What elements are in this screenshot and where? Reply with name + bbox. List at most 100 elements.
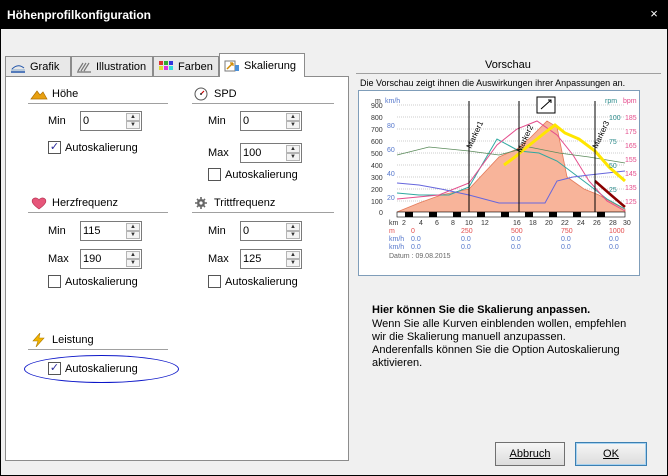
- kmh-row-v0: 0.0: [411, 236, 421, 243]
- y-left-700: 700: [371, 127, 383, 134]
- m-row-750: 750: [561, 228, 573, 235]
- spd-min-input[interactable]: [243, 114, 287, 128]
- km-8: 8: [451, 220, 455, 227]
- km-20: 20: [545, 220, 553, 227]
- preview-title: Vorschau: [485, 59, 531, 71]
- kmh-row-v3: 0.0: [561, 236, 571, 243]
- herzfrequenz-min-input[interactable]: [83, 224, 127, 238]
- km-label: km: [389, 220, 399, 227]
- trittfrequenz-autoscale-label: Autoskalierung: [225, 275, 298, 288]
- heart-icon: [31, 197, 47, 210]
- trittfrequenz-max-down-icon[interactable]: ▼: [286, 259, 300, 267]
- herzfrequenz-min-spinner[interactable]: ▲▼: [80, 221, 142, 241]
- trittfrequenz-max-label: Max: [208, 253, 229, 265]
- y-bpm-155: 155: [625, 157, 637, 164]
- datum-label: Datum : 09.08.2015: [389, 253, 451, 260]
- y-left-900: 900: [371, 103, 383, 110]
- mountain-icon: [30, 90, 48, 100]
- herzfrequenz-autoscale-checkbox[interactable]: Autoskalierung: [48, 275, 138, 288]
- trittfrequenz-min-down-icon[interactable]: ▼: [286, 231, 300, 239]
- trittfrequenz-max-spinner[interactable]: ▲▼: [240, 249, 302, 269]
- hoehe-min-spinner[interactable]: ▲▼: [80, 111, 142, 131]
- cancel-button-label: Abbruch: [509, 448, 551, 460]
- hoehe-autoscale-label: Autoskalierung: [65, 141, 138, 154]
- trittfrequenz-autoscale-checkbox[interactable]: Autoskalierung: [208, 275, 298, 288]
- hoehe-min-input[interactable]: [83, 114, 127, 128]
- tab-farben[interactable]: Farben: [153, 56, 219, 76]
- kmh2-row-v0: 0.0: [411, 244, 421, 251]
- illustration-icon: [77, 62, 91, 72]
- hoehe-min-label: Min: [48, 115, 66, 127]
- hoehe-divider: [28, 103, 168, 104]
- leistung-label: Leistung: [52, 334, 94, 346]
- speedometer-icon: [194, 87, 208, 101]
- herzfrequenz-divider: [28, 212, 168, 213]
- km-22: 22: [561, 220, 569, 227]
- y-left-800: 800: [371, 115, 383, 122]
- gear-icon: [195, 197, 207, 209]
- tab-grafik-label: Grafik: [30, 60, 60, 73]
- kmh-row-v2: 0.0: [511, 236, 521, 243]
- distance-bar: [396, 211, 626, 218]
- hoehe-min-up-icon[interactable]: ▲: [126, 113, 140, 121]
- hoehe-min-down-icon[interactable]: ▼: [126, 121, 140, 129]
- y-left-600: 600: [371, 139, 383, 146]
- herzfrequenz-autoscale-label: Autoskalierung: [65, 275, 138, 288]
- hoehe-label: Höhe: [52, 88, 79, 100]
- marker1-label: Marker1: [465, 119, 486, 150]
- spd-max-input[interactable]: [243, 146, 287, 160]
- kmh-row-v1: 0.0: [461, 236, 471, 243]
- highlight-ellipse: [24, 355, 179, 383]
- km-18: 18: [529, 220, 537, 227]
- spd-max-spinner[interactable]: ▲▼: [240, 143, 302, 163]
- x-kmh2-row: km/h 0.0 0.0 0.0 0.0 0.0: [389, 244, 619, 251]
- ok-button[interactable]: OK: [575, 442, 647, 466]
- km-16: 16: [513, 220, 521, 227]
- y-rpm-ticks: 100 75 50 25: [609, 115, 621, 194]
- y-bpm-145: 145: [625, 171, 637, 178]
- trittfrequenz-max-up-icon[interactable]: ▲: [286, 251, 300, 259]
- km-30: 30: [623, 220, 631, 227]
- spd-autoscale-checkbox[interactable]: Autoskalierung: [208, 168, 298, 181]
- m-row-0: 0: [411, 228, 415, 235]
- tab-illustration[interactable]: Illustration: [71, 56, 153, 76]
- kmh2-row-v1: 0.0: [461, 244, 471, 251]
- hoehe-autoscale-checkbox[interactable]: ✓ Autoskalierung: [48, 141, 138, 154]
- spd-max-up-icon[interactable]: ▲: [286, 145, 300, 153]
- spd-min-up-icon[interactable]: ▲: [286, 113, 300, 121]
- herzfrequenz-max-up-icon[interactable]: ▲: [126, 251, 140, 259]
- trittfrequenz-min-spinner[interactable]: ▲▼: [240, 221, 302, 241]
- spd-min-down-icon[interactable]: ▼: [286, 121, 300, 129]
- herzfrequenz-max-down-icon[interactable]: ▼: [126, 259, 140, 267]
- y-bpm-135: 135: [625, 185, 637, 192]
- km-2: 2: [402, 220, 406, 227]
- trittfrequenz-min-input[interactable]: [243, 224, 287, 238]
- herzfrequenz-max-spinner[interactable]: ▲▼: [80, 249, 142, 269]
- herzfrequenz-max-input[interactable]: [83, 252, 127, 266]
- herzfrequenz-max-label: Max: [48, 253, 69, 265]
- group-herzfrequenz-title: Herzfrequenz: [30, 196, 118, 210]
- y-bpm-ticks: 185 175 165 155 145 135 125: [625, 115, 637, 206]
- spd-max-down-icon[interactable]: ▼: [286, 153, 300, 161]
- leistung-divider: [28, 349, 168, 350]
- spd-min-label: Min: [208, 115, 226, 127]
- spd-min-spinner[interactable]: ▲▼: [240, 111, 302, 131]
- elevation-area: [396, 120, 626, 213]
- trittfrequenz-min-up-icon[interactable]: ▲: [286, 223, 300, 231]
- kmh2-row-label: km/h: [389, 244, 404, 251]
- km-24: 24: [577, 220, 585, 227]
- herzfrequenz-autoscale-box: [48, 275, 61, 288]
- herzfrequenz-min-up-icon[interactable]: ▲: [126, 223, 140, 231]
- tab-skalierung[interactable]: Skalierung: [219, 53, 305, 77]
- y-left-0: 0: [379, 210, 383, 217]
- kmh-row-label: km/h: [389, 236, 404, 243]
- close-icon[interactable]: ×: [647, 7, 661, 21]
- cancel-button[interactable]: Abbruch: [495, 442, 565, 466]
- title-bar: Höhenprofilkonfiguration ×: [1, 1, 667, 29]
- group-leistung-title: Leistung: [30, 333, 94, 347]
- group-spd-title: SPD: [192, 87, 237, 101]
- herzfrequenz-min-down-icon[interactable]: ▼: [126, 231, 140, 239]
- tab-grafik[interactable]: Grafik: [5, 56, 71, 76]
- km-26: 26: [593, 220, 601, 227]
- trittfrequenz-max-input[interactable]: [243, 252, 287, 266]
